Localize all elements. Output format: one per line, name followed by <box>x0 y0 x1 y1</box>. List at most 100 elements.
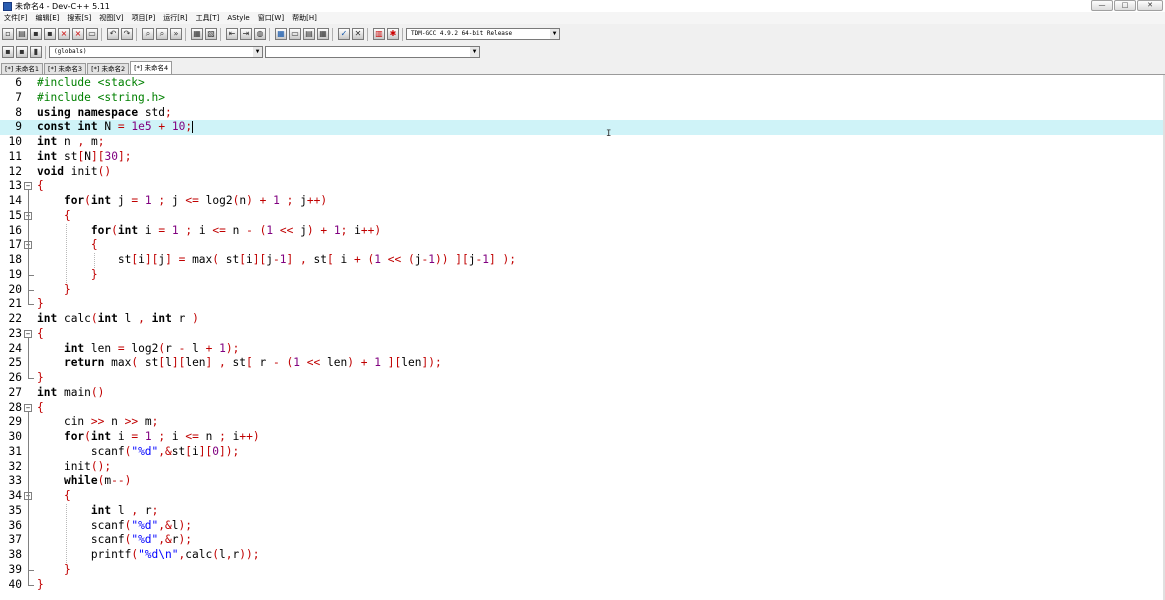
tab-untitled4[interactable]: [*] 未命名4 <box>130 61 173 74</box>
code-line[interactable]: 21} <box>0 297 1165 312</box>
indent-icon[interactable]: ⇤ <box>226 28 238 40</box>
stop-execution-icon[interactable]: ✕ <box>352 28 364 40</box>
replace-icon[interactable]: ⌕ <box>156 28 168 40</box>
code-line[interactable]: 19 } <box>0 267 1165 283</box>
new-file-icon[interactable]: ▫ <box>2 28 14 40</box>
code-line[interactable]: 39 } <box>0 562 1165 578</box>
code-line[interactable]: 38 printf("%d\n",calc(l,r)); <box>0 548 1165 563</box>
rebuild-all-icon[interactable]: ▦ <box>317 28 329 40</box>
code-line[interactable]: 12 void init() <box>0 165 1165 180</box>
minimize-button[interactable]: — <box>1091 0 1113 11</box>
debug-icon[interactable]: ✱ <box>387 28 399 40</box>
syntax-check-icon[interactable]: ✓ <box>338 28 350 40</box>
unindent-icon[interactable]: ⇥ <box>240 28 252 40</box>
code-line[interactable]: 28 {− <box>0 401 1165 416</box>
profile-analysis-icon[interactable]: ▥ <box>373 28 385 40</box>
code-line[interactable]: 31 scanf("%d",&st[i][0]); <box>0 445 1165 460</box>
tab-untitled2[interactable]: [*] 未命名2 <box>87 63 130 74</box>
code-line[interactable]: 8 using namespace std; <box>0 106 1165 121</box>
code-line[interactable]: 14 for(int j = 1 ; j <= log2(n) + 1 ; j+… <box>0 194 1165 209</box>
bookmark-icon[interactable]: ▧ <box>205 28 217 40</box>
compiler-select[interactable]: TDM-GCC 4.9.2 64-bit Release ▼ <box>406 28 560 40</box>
fold-collapse-icon[interactable]: − <box>24 403 32 412</box>
symbol-select[interactable]: ▼ <box>265 46 480 58</box>
fold-collapse-icon[interactable]: − <box>24 182 32 191</box>
menu-view[interactable]: 视图[V] <box>95 13 127 23</box>
compile-icon[interactable]: ▦ <box>275 28 287 40</box>
menu-tools[interactable]: 工具[T] <box>192 13 224 23</box>
menu-execute[interactable]: 运行[R] <box>159 13 191 23</box>
menu-help[interactable]: 帮助[H] <box>288 13 321 23</box>
code-line[interactable]: 40} <box>0 577 1165 593</box>
code-line[interactable]: 6 #include <stack> <box>0 76 1165 91</box>
maximize-button[interactable]: □ <box>1114 0 1136 11</box>
devcpp-app-icon <box>3 1 12 11</box>
class-toolbar: ▪ ▪ ▮ (globals) ▼ ▼ <box>0 43 1165 61</box>
find-icon[interactable]: ⌕ <box>142 28 154 40</box>
code-line[interactable]: 23 {− <box>0 327 1165 342</box>
code-text: void init() <box>37 164 112 178</box>
menu-window[interactable]: 窗口[W] <box>254 13 288 23</box>
fold-collapse-icon[interactable]: − <box>24 329 32 338</box>
menu-edit[interactable]: 编辑[E] <box>32 13 64 23</box>
code-line[interactable]: 22 int calc(int l , int r ) <box>0 312 1165 327</box>
print-icon[interactable]: ▭ <box>86 28 98 40</box>
code-line[interactable]: 30 for(int i = 1 ; i <= n ; i++) <box>0 430 1165 445</box>
find-next-icon[interactable]: » <box>170 28 182 40</box>
mouse-ibeam-cursor: I <box>606 129 612 139</box>
redo-icon[interactable]: ↷ <box>121 28 133 40</box>
code-line[interactable]: 37 scanf("%d",&r); <box>0 533 1165 548</box>
menu-astyle[interactable]: AStyle <box>223 14 253 22</box>
code-line[interactable]: 11 int st[N][30]; <box>0 150 1165 165</box>
run-icon[interactable]: ▭ <box>289 28 301 40</box>
close-all-icon[interactable]: × <box>72 28 84 40</box>
compile-run-icon[interactable]: ▤ <box>303 28 315 40</box>
goto-line-icon[interactable]: ▦ <box>191 28 203 40</box>
line-number: 21 <box>8 297 22 311</box>
code-line[interactable]: 16 for(int i = 1 ; i <= n - (1 << j) + 1… <box>0 224 1165 239</box>
close-button[interactable]: ✕ <box>1137 0 1163 11</box>
code-text: scanf("%d",&r); <box>90 533 193 547</box>
undo-icon[interactable]: ↶ <box>107 28 119 40</box>
code-line[interactable]: 18 st[i][j] = max( st[i][j-1] , st[ i + … <box>0 253 1165 268</box>
code-line[interactable]: 7 #include <string.h> <box>0 91 1165 106</box>
open-file-icon[interactable]: ▤ <box>16 28 28 40</box>
code-line[interactable]: 17 {− <box>0 238 1165 253</box>
code-line[interactable]: 27 int main() <box>0 386 1165 401</box>
code-line[interactable]: 34 {− <box>0 489 1165 504</box>
code-line[interactable]: 13 {− <box>0 179 1165 194</box>
code-line[interactable]: 24 int len = log2(r - l + 1); <box>0 342 1165 357</box>
code-line[interactable]: 26} <box>0 371 1165 386</box>
tab-untitled3[interactable]: [*] 未命名3 <box>44 63 87 74</box>
code-line[interactable]: 15 {− <box>0 209 1165 224</box>
code-line[interactable]: 35 int l , r; <box>0 504 1165 519</box>
insert-icon[interactable]: ▪ <box>2 46 14 58</box>
close-file-icon[interactable]: × <box>58 28 70 40</box>
code-line[interactable]: 25 return max( st[l][len] , st[ r - (1 <… <box>0 356 1165 371</box>
line-number: 12 <box>8 164 22 178</box>
scope-select[interactable]: (globals) ▼ <box>49 46 263 58</box>
toolbar-separator <box>220 27 221 41</box>
toolbar-separator <box>45 45 46 59</box>
toggle-bookmark-icon[interactable]: ▪ <box>16 46 28 58</box>
toggle-comment-icon[interactable]: ◍ <box>254 28 266 40</box>
line-number: 32 <box>8 459 22 473</box>
code-line[interactable]: 29 cin >> n >> m; <box>0 415 1165 430</box>
code-text: } <box>63 282 71 296</box>
menu-project[interactable]: 项目[P] <box>128 13 160 23</box>
code-line[interactable]: 9 const int N = 1e5 + 10; <box>0 120 1165 135</box>
code-line[interactable]: 36 scanf("%d",&l); <box>0 519 1165 534</box>
tab-untitled1[interactable]: [*] 未命名1 <box>1 63 44 74</box>
code-line[interactable]: 20 } <box>0 282 1165 298</box>
code-line[interactable]: 33 while(m--) <box>0 474 1165 489</box>
code-line[interactable]: 10 int n , m; <box>0 135 1165 150</box>
save-icon[interactable]: ▪ <box>30 28 42 40</box>
line-number: 16 <box>8 223 22 237</box>
save-all-icon[interactable]: ▪ <box>44 28 56 40</box>
menu-file[interactable]: 文件[F] <box>0 13 32 23</box>
code-editor[interactable]: 6 #include <stack> 7 #include <string.h> 8 us… <box>0 75 1165 600</box>
code-line[interactable]: 32 init(); <box>0 460 1165 475</box>
menu-search[interactable]: 搜索[S] <box>63 13 95 23</box>
goto-bookmark-icon[interactable]: ▮ <box>30 46 42 58</box>
toolbar-separator <box>136 27 137 41</box>
